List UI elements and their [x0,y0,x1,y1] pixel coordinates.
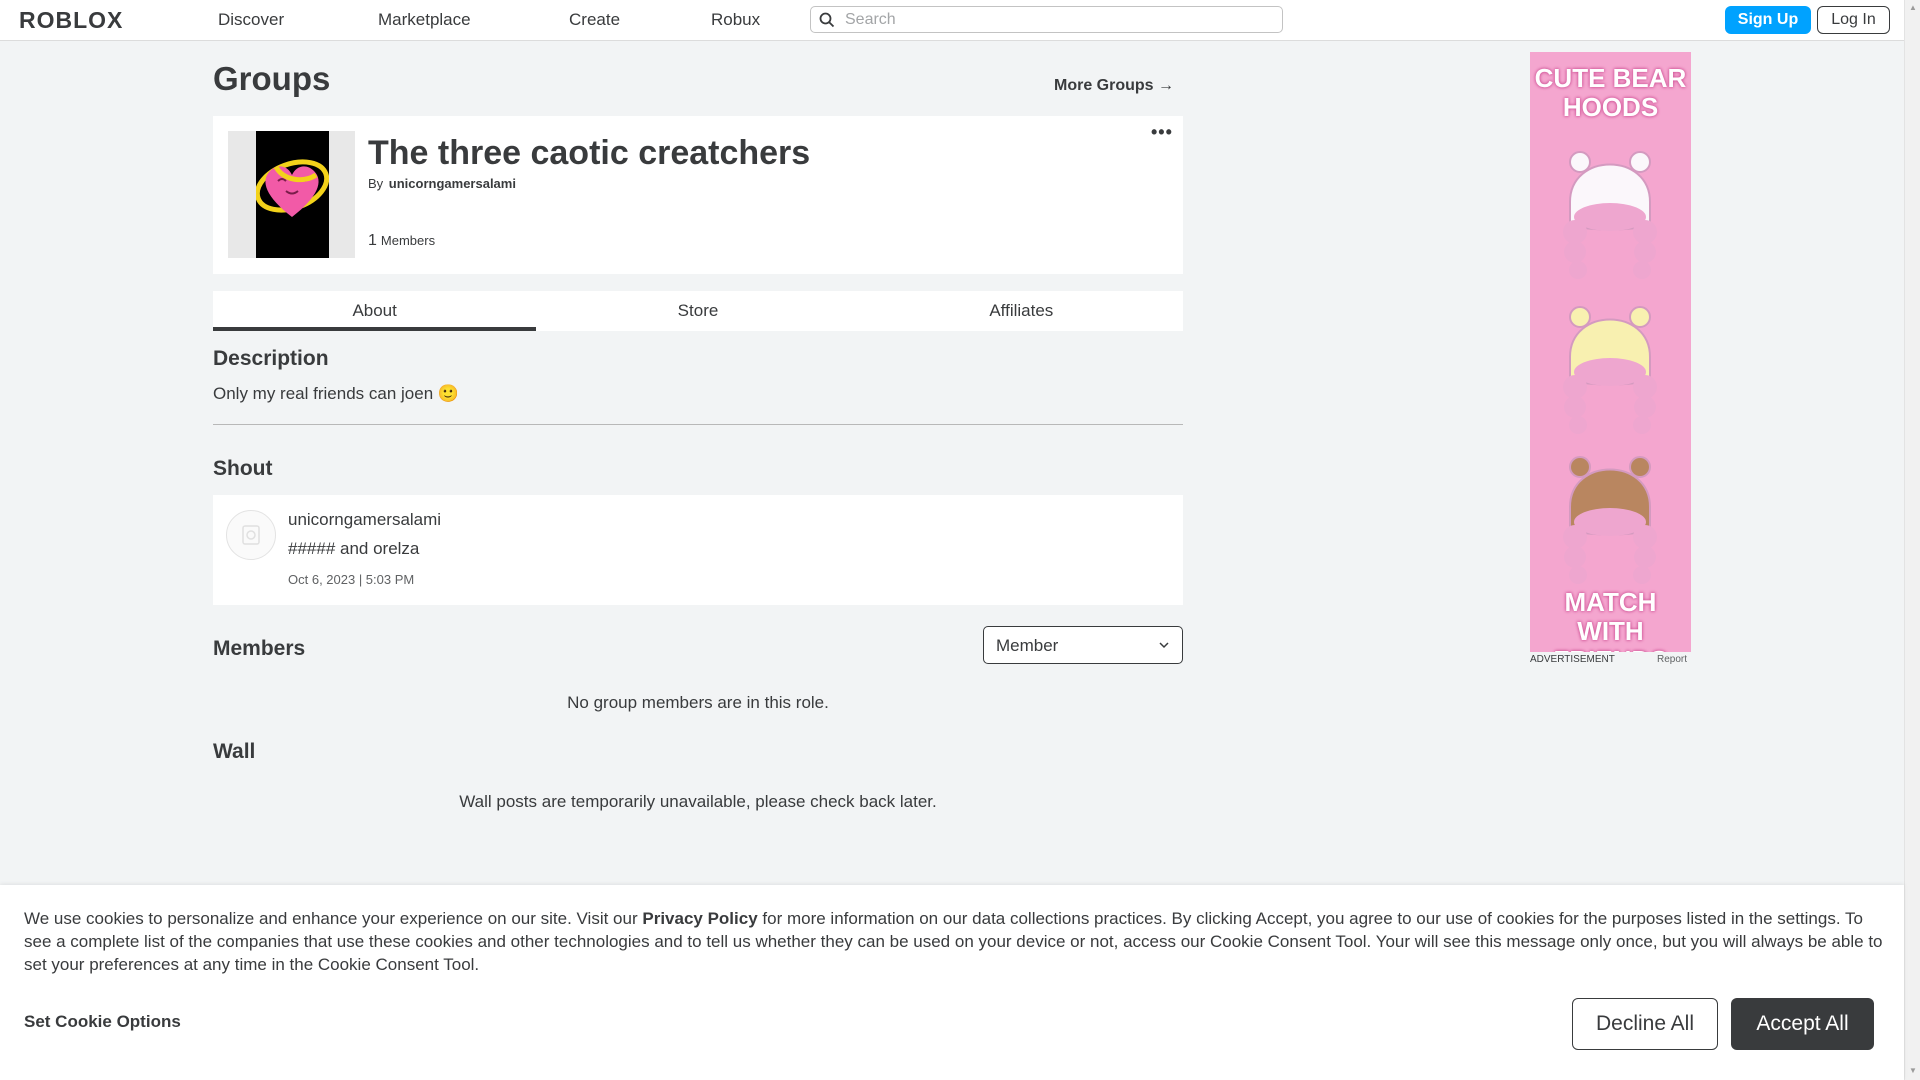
scroll-up-arrow-icon[interactable]: ▲ [1909,3,1917,12]
tab-store[interactable]: Store [536,291,859,331]
bear-hood-image-icon [1563,306,1657,434]
cookie-message: We use cookies to personalize and enhanc… [24,907,1884,976]
owner-by-label: By [368,176,384,191]
shout-heading: Shout [213,457,273,480]
wall-heading: Wall [213,740,256,763]
group-name: The three caotic creatchers [368,134,811,172]
shout-body: ##### and orelza [288,539,420,558]
role-dropdown[interactable]: Member [983,626,1183,664]
search-input[interactable] [843,9,1277,31]
cookie-text-before: We use cookies to personalize and enhanc… [24,909,643,928]
nav-discover-link[interactable]: Discover [218,10,284,30]
tab-about[interactable]: About [213,291,537,331]
group-owner-link[interactable]: unicorngamersalami [389,176,516,191]
shout-card: unicorngamersalami ##### and orelza Oct … [213,495,1183,605]
shout-author-link[interactable]: unicorngamersalami [288,510,441,530]
ad-headline: CUTE BEAR HOODS [1534,63,1687,122]
group-tabs: About Store Affiliates [213,291,1183,331]
sign-up-button[interactable]: Sign Up [1725,6,1811,34]
description-heading: Description [213,347,329,370]
page-title: Groups [213,60,331,97]
nav-create-link[interactable]: Create [569,10,620,30]
accept-all-button[interactable]: Accept All [1731,998,1874,1050]
page-scrollbar[interactable]: ▲ ▼ [1904,0,1920,1080]
section-divider [213,424,1183,425]
ad-tagline: MATCH WITH FRIENDS [1553,587,1667,653]
ad-report-link[interactable]: Report [1657,654,1687,665]
group-header-card: The three caotic creatchers By unicornga… [213,116,1183,274]
more-groups-link[interactable]: More Groups → [1054,77,1174,95]
cookie-consent-banner: We use cookies to personalize and enhanc… [0,885,1904,1080]
advertisement-label: ADVERTISEMENT [1530,654,1615,665]
top-navigation-bar: ROBLOX Discover Marketplace Create Robux… [0,0,1904,41]
scroll-down-arrow-icon[interactable]: ▼ [1909,1066,1917,1075]
avatar[interactable] [226,510,276,560]
description-text: Only my real friends can joen 🙂 [213,384,460,403]
search-icon [819,12,835,28]
heart-emblem-icon [254,159,330,217]
set-cookie-options-link[interactable]: Set Cookie Options [24,1012,181,1032]
roblox-logo[interactable]: ROBLOX [19,7,123,34]
search-box[interactable] [810,6,1283,33]
nav-robux-link[interactable]: Robux [711,10,760,30]
privacy-policy-link[interactable]: Privacy Policy [642,909,757,928]
members-empty-text: No group members are in this role. [567,693,829,712]
bear-hood-image-icon [1563,151,1657,279]
member-count-value: 1 [368,232,377,249]
nav-marketplace-link[interactable]: Marketplace [378,10,471,30]
chevron-down-icon [1159,642,1169,649]
shout-timestamp: Oct 6, 2023 | 5:03 PM [288,572,415,587]
ellipsis-icon[interactable]: ••• [1151,122,1173,143]
members-heading: Members [213,637,306,660]
group-member-count: 1 Members [368,232,435,250]
bear-hood-image-icon [1563,456,1657,584]
advertisement-banner[interactable]: CUTE BEAR HOODS MATCH WITH FRIENDS [1530,52,1691,652]
decline-all-button[interactable]: Decline All [1572,998,1718,1050]
tab-affiliates[interactable]: Affiliates [860,291,1183,331]
role-dropdown-value: Member [996,636,1059,655]
member-count-label: Members [380,233,436,248]
wall-empty-text: Wall posts are temporarily unavailable, … [459,792,937,811]
placeholder-image-icon [242,525,260,545]
log-in-button[interactable]: Log In [1817,6,1890,34]
group-owner-line: By unicorngamersalami [368,176,516,191]
group-emblem [228,131,355,258]
